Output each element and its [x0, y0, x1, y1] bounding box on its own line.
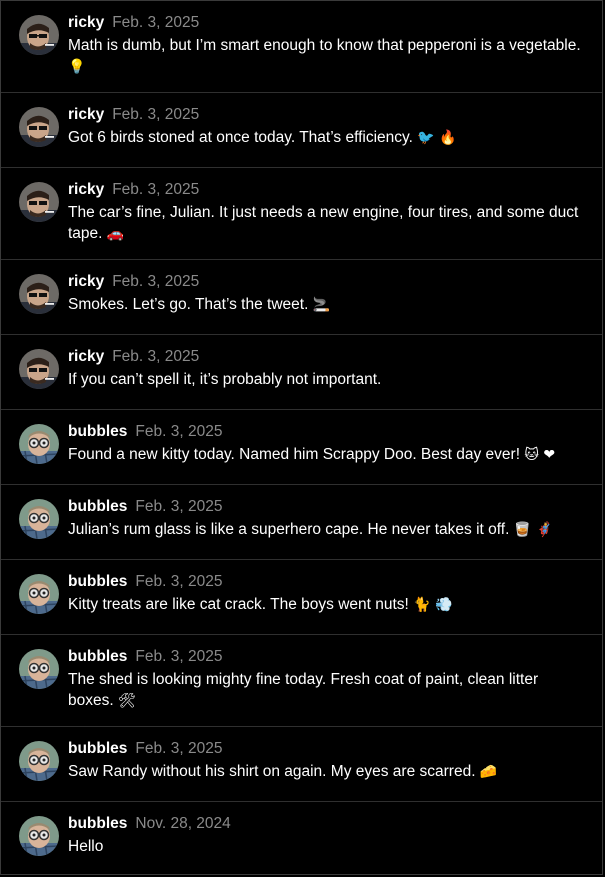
emoji-cat-heart-icon: 🐱 ❤	[524, 447, 556, 463]
post-item: bubbles Feb. 3, 2025 Julian’s rum glass i…	[1, 485, 602, 560]
post-text: Julian’s rum glass is like a superhero c…	[68, 521, 554, 538]
post-text: Found a new kitty today. Named him Scrap…	[68, 446, 556, 463]
post-date: Feb. 3, 2025	[135, 648, 223, 665]
post-text: Kitty treats are like cat crack. The boy…	[68, 596, 453, 613]
post-item: bubbles Feb. 3, 2025 The shed is looking …	[1, 635, 602, 727]
post-date: Feb. 3, 2025	[135, 573, 223, 590]
username[interactable]: bubbles	[68, 573, 127, 590]
post-text: Hello	[68, 838, 104, 855]
post-item: ricky Feb. 3, 2025 Math is dumb, but I’m …	[1, 1, 602, 93]
post-date: Feb. 3, 2025	[135, 498, 223, 515]
avatar[interactable]	[19, 499, 59, 539]
post-feed: ricky Feb. 3, 2025 Math is dumb, but I’m …	[0, 0, 603, 875]
username[interactable]: ricky	[68, 181, 104, 198]
post-text: If you can’t spell it, it’s probably not…	[68, 371, 382, 388]
post-date: Feb. 3, 2025	[112, 181, 200, 198]
post-text: Saw Randy without his shirt on again. My…	[68, 763, 498, 780]
post-text: Got 6 birds stoned at once today. That’s…	[68, 129, 457, 146]
emoji-cheese-icon: 🧀	[479, 764, 498, 780]
avatar[interactable]	[19, 107, 59, 147]
post-date: Nov. 28, 2024	[135, 815, 231, 832]
username[interactable]: bubbles	[68, 740, 127, 757]
username[interactable]: bubbles	[68, 648, 127, 665]
username[interactable]: bubbles	[68, 423, 127, 440]
post-item: bubbles Feb. 3, 2025 Kitty treats are lik…	[1, 560, 602, 635]
avatar[interactable]	[19, 182, 59, 222]
username[interactable]: bubbles	[68, 498, 127, 515]
avatar[interactable]	[19, 15, 59, 55]
emoji-glass-superhero-icon: 🥃 🦸	[513, 522, 554, 538]
post-item: ricky Feb. 3, 2025 Smokes. Let’s go. That…	[1, 260, 602, 335]
post-item: bubbles Feb. 3, 2025 Saw Randy without hi…	[1, 727, 602, 802]
avatar[interactable]	[19, 816, 59, 856]
post-date: Feb. 3, 2025	[112, 106, 200, 123]
avatar[interactable]	[19, 274, 59, 314]
post-item: bubbles Nov. 28, 2024 Hello	[1, 802, 602, 875]
emoji-cigarette-icon: 🚬	[312, 297, 331, 313]
post-date: Feb. 3, 2025	[112, 14, 200, 31]
avatar[interactable]	[19, 741, 59, 781]
post-date: Feb. 3, 2025	[135, 740, 223, 757]
post-text: The car’s fine, Julian. It just needs a …	[68, 204, 579, 242]
username[interactable]: ricky	[68, 14, 104, 31]
avatar[interactable]	[19, 649, 59, 689]
avatar[interactable]	[19, 574, 59, 614]
post-item: ricky Feb. 3, 2025 Got 6 birds stoned at …	[1, 93, 602, 168]
emoji-tools-icon: 🛠	[117, 693, 136, 709]
emoji-lightbulb-icon: 💡	[68, 59, 86, 75]
post-text: Math is dumb, but I’m smart enough to kn…	[68, 37, 581, 75]
username[interactable]: ricky	[68, 106, 104, 123]
avatar[interactable]	[19, 424, 59, 464]
emoji-car-icon: 🚗	[106, 226, 125, 242]
emoji-bird-fire-icon: 🐦 🔥	[417, 130, 457, 146]
username[interactable]: ricky	[68, 273, 104, 290]
username[interactable]: bubbles	[68, 815, 127, 832]
username[interactable]: ricky	[68, 348, 104, 365]
post-date: Feb. 3, 2025	[135, 423, 223, 440]
post-item: ricky Feb. 3, 2025 The car’s fine, Julian…	[1, 168, 602, 260]
post-date: Feb. 3, 2025	[112, 273, 200, 290]
post-text: The shed is looking mighty fine today. F…	[68, 671, 539, 709]
emoji-cat-dash-icon: 🐈 💨	[413, 597, 453, 613]
post-item: ricky Feb. 3, 2025 If you can’t spell it,…	[1, 335, 602, 410]
avatar[interactable]	[19, 349, 59, 389]
post-text: Smokes. Let’s go. That’s the tweet. 🚬	[68, 296, 331, 313]
post-item: bubbles Feb. 3, 2025 Found a new kitty to…	[1, 410, 602, 485]
post-date: Feb. 3, 2025	[112, 348, 200, 365]
